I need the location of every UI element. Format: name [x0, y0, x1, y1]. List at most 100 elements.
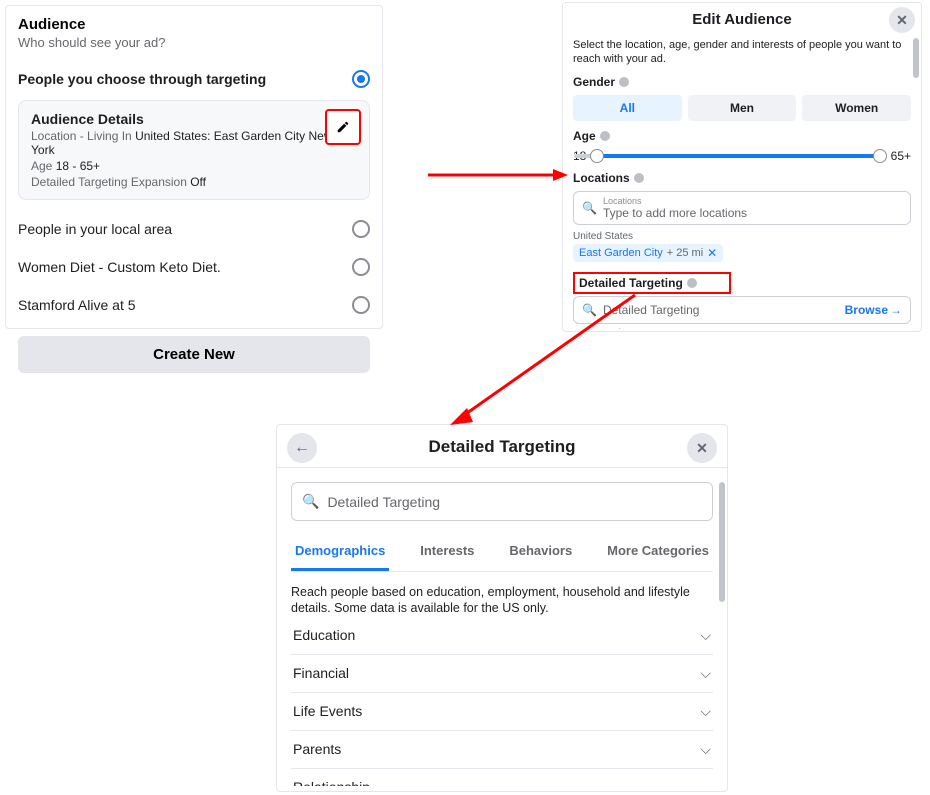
card-dte-line: Detailed Targeting Expansion Off	[31, 175, 357, 189]
info-icon[interactable]	[600, 131, 610, 141]
detailed-targeting-label-wrap: Detailed Targeting	[573, 272, 731, 294]
location-chip[interactable]: East Garden City + 25 mi ✕	[573, 244, 723, 262]
audience-details-card: Audience Details Location - Living In Un…	[18, 100, 370, 200]
tab-more-categories[interactable]: More Categories	[603, 535, 713, 571]
locations-small-label: Locations	[603, 196, 747, 206]
option-women-diet[interactable]: Women Diet - Custom Keto Diet.	[18, 258, 370, 276]
gender-men[interactable]: Men	[688, 95, 797, 121]
annotation-arrow-1	[428, 165, 568, 185]
search-icon: 🔍	[582, 303, 597, 317]
tab-interests[interactable]: Interests	[416, 535, 478, 571]
tab-demographics[interactable]: Demographics	[291, 535, 389, 571]
chevron-down-icon: ⌵	[700, 665, 711, 682]
locations-input-stack: Locations Type to add more locations	[603, 196, 747, 220]
card-title: Audience Details	[31, 111, 357, 127]
close-button[interactable]: ✕	[687, 433, 717, 463]
option-stamford[interactable]: Stamford Alive at 5	[18, 296, 370, 314]
demographics-description: Reach people based on education, employm…	[291, 584, 713, 617]
dt-placeholder: Detailed Targeting	[603, 303, 700, 317]
suggested-label: Suggested For You	[573, 328, 911, 329]
browse-label: Browse	[845, 303, 888, 317]
detailed-targeting-label: Detailed Targeting	[579, 276, 683, 290]
panel3-header: ← Detailed Targeting ✕	[277, 425, 727, 468]
dte-prefix: Detailed Targeting Expansion	[31, 175, 190, 189]
detailed-targeting-search[interactable]: 🔍 Detailed Targeting	[291, 482, 713, 521]
option-targeting[interactable]: People you choose through targeting	[18, 70, 370, 88]
category-financial[interactable]: Financial ⌵	[291, 655, 713, 693]
detailed-targeting-label-row: Detailed Targeting	[579, 276, 697, 290]
radio-unselected[interactable]	[352, 296, 370, 314]
scrollbar[interactable]	[719, 482, 725, 602]
arrow-right-icon: →	[890, 303, 902, 317]
tab-behaviors[interactable]: Behaviors	[505, 535, 576, 571]
category-label: Parents	[293, 741, 341, 757]
gender-women[interactable]: Women	[802, 95, 911, 121]
loc-prefix: Location - Living In	[31, 129, 135, 143]
slider-thumb-max[interactable]	[873, 149, 887, 163]
category-relationship[interactable]: Relationship ⌵	[291, 769, 713, 787]
edit-button[interactable]	[325, 109, 361, 145]
chevron-down-icon: ⌵	[700, 741, 711, 758]
close-button[interactable]: ✕	[889, 7, 915, 33]
panel2-header: Edit Audience ✕	[563, 3, 921, 34]
info-icon[interactable]	[634, 173, 644, 183]
scrollbar[interactable]	[913, 38, 919, 78]
info-icon[interactable]	[687, 278, 697, 288]
option-label: People in your local area	[18, 221, 172, 237]
option-targeting-label: People you choose through targeting	[18, 71, 266, 87]
detailed-targeting-input[interactable]: 🔍 Detailed Targeting Browse →	[573, 296, 911, 324]
panel-title: Audience	[18, 16, 370, 33]
chip-remove-icon[interactable]: ✕	[707, 246, 717, 260]
category-label: Education	[293, 627, 355, 643]
panel2-title: Edit Audience	[692, 11, 791, 28]
dte-value: Off	[190, 175, 206, 189]
country-label: United States	[573, 231, 911, 242]
panel3-body: 🔍 Detailed Targeting Demographics Intere…	[277, 468, 727, 786]
category-education[interactable]: Education ⌵	[291, 617, 713, 655]
arrow-left-icon: ←	[294, 439, 310, 457]
radio-unselected[interactable]	[352, 220, 370, 238]
radio-selected[interactable]	[352, 70, 370, 88]
close-icon: ✕	[896, 12, 908, 29]
close-icon: ✕	[696, 440, 708, 457]
gender-label-row: Gender	[573, 75, 911, 89]
browse-button[interactable]: Browse →	[845, 303, 902, 317]
chip-radius: + 25 mi	[667, 247, 703, 259]
option-label: Stamford Alive at 5	[18, 297, 136, 313]
option-label: Women Diet - Custom Keto Diet.	[18, 259, 221, 275]
slider-thumb-min[interactable]	[590, 149, 604, 163]
audience-panel: Audience Who should see your ad? People …	[5, 5, 383, 329]
detailed-targeting-panel: ← Detailed Targeting ✕ 🔍 Detailed Target…	[276, 424, 728, 792]
locations-placeholder: Type to add more locations	[603, 206, 747, 220]
create-new-button[interactable]: Create New	[18, 336, 370, 373]
panel2-body: Select the location, age, gender and int…	[563, 34, 921, 329]
age-label: Age	[573, 129, 596, 143]
info-icon[interactable]	[619, 77, 629, 87]
search-icon: 🔍	[302, 493, 319, 510]
category-life-events[interactable]: Life Events ⌵	[291, 693, 713, 731]
chevron-down-icon: ⌵	[700, 627, 711, 644]
age-slider-row: 18 65+	[573, 149, 911, 163]
age-slider[interactable]	[594, 154, 882, 158]
panel-subtitle: Who should see your ad?	[18, 35, 370, 50]
category-label: Life Events	[293, 703, 362, 719]
locations-label-row: Locations	[573, 171, 911, 185]
panel3-title: Detailed Targeting	[428, 437, 575, 456]
category-label: Financial	[293, 665, 349, 681]
category-parents[interactable]: Parents ⌵	[291, 731, 713, 769]
search-icon: 🔍	[582, 201, 597, 215]
locations-label: Locations	[573, 171, 630, 185]
chip-city: East Garden City	[579, 247, 663, 259]
option-local-area[interactable]: People in your local area	[18, 220, 370, 238]
chevron-down-icon: ⌵	[700, 779, 711, 787]
search-placeholder: Detailed Targeting	[327, 494, 440, 510]
edit-audience-panel: Edit Audience ✕ Select the location, age…	[562, 2, 922, 332]
radio-unselected[interactable]	[352, 258, 370, 276]
targeting-tabs: Demographics Interests Behaviors More Ca…	[291, 535, 713, 572]
age-label-row: Age	[573, 129, 911, 143]
gender-label: Gender	[573, 75, 615, 89]
locations-input[interactable]: 🔍 Locations Type to add more locations	[573, 191, 911, 225]
pencil-icon	[336, 120, 350, 134]
gender-all[interactable]: All	[573, 95, 682, 121]
back-button[interactable]: ←	[287, 433, 317, 463]
